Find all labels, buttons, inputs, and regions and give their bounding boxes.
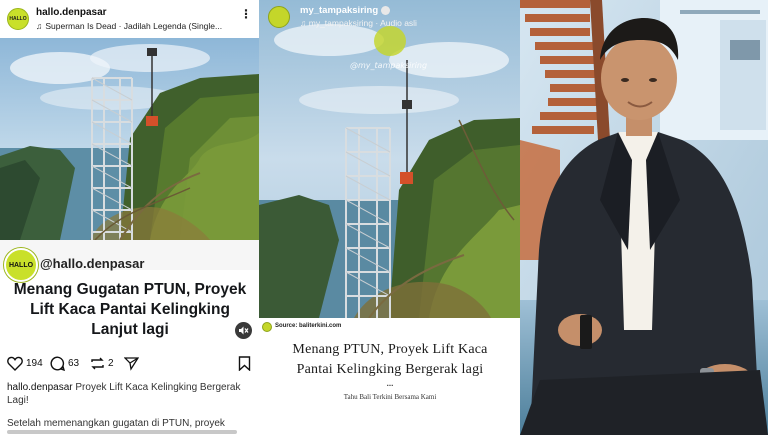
post-header: HALLO hallo.denpasar ♫ Superman Is Dead ·… bbox=[0, 0, 259, 38]
audio-track-2[interactable]: ♫ my_tampaksiring · Audio asli bbox=[300, 18, 417, 28]
comment-count: 63 bbox=[68, 357, 80, 369]
post-headline-2: Menang PTUN, Proyek Lift Kaca Pantai Kel… bbox=[292, 342, 488, 377]
profile-avatar-2[interactable] bbox=[268, 6, 290, 28]
like-count: 194 bbox=[26, 357, 43, 369]
repost-button[interactable]: 2 bbox=[90, 352, 114, 374]
caption-username[interactable]: hallo.denpasar bbox=[7, 382, 73, 393]
channel-logo-badge bbox=[374, 26, 406, 56]
repost-icon bbox=[91, 357, 104, 369]
source-label: Source: baliterkini.com bbox=[275, 323, 342, 329]
source-logo bbox=[262, 322, 272, 332]
post-body-cutoff bbox=[7, 430, 252, 435]
share-button[interactable] bbox=[124, 352, 139, 374]
post-username-2[interactable]: my_tampaksiring bbox=[300, 5, 391, 16]
tagline: Tahu Bali Terkini Bersama Kami bbox=[343, 393, 437, 401]
brand-logo: HALLO bbox=[4, 248, 38, 282]
username-label-2: my_tampaksiring bbox=[300, 5, 379, 16]
lift-tower-photo bbox=[0, 38, 259, 240]
audio-track[interactable]: ♫ Superman Is Dead · Jadilah Legenda (Sin… bbox=[36, 21, 226, 31]
overlay-handle: @hallo.denpasar bbox=[40, 256, 145, 271]
brand-logo-text: HALLO bbox=[8, 261, 34, 269]
save-button[interactable] bbox=[238, 352, 251, 374]
post-photo[interactable] bbox=[0, 38, 259, 240]
audio-track-label: Superman Is Dead · Jadilah Legenda (Sing… bbox=[45, 21, 223, 31]
instagram-post-my-tampaksiring: my_tampaksiring ♫ my_tampaksiring · Audi… bbox=[259, 0, 520, 435]
watermark: @my_tampaksiring bbox=[350, 61, 428, 70]
music-note-icon: ♫ bbox=[36, 21, 43, 31]
comment-button[interactable]: 63 bbox=[50, 352, 79, 374]
comment-icon bbox=[50, 355, 65, 371]
post-body-text: Setelah memenangkan gugatan di PTUN, pro… bbox=[7, 418, 225, 429]
post-caption: hallo.denpasar Proyek Lift Kaca Kelingki… bbox=[7, 381, 252, 407]
profile-avatar[interactable]: HALLO bbox=[7, 8, 29, 30]
music-note-icon-2: ♫ bbox=[300, 18, 307, 28]
send-icon bbox=[124, 356, 139, 371]
avatar-text: HALLO bbox=[9, 16, 27, 22]
post-actions: 194 63 2 bbox=[0, 352, 259, 374]
heart-icon bbox=[7, 356, 23, 371]
username-repeat-2: my_tampaksiring bbox=[308, 18, 373, 28]
bookmark-icon bbox=[238, 355, 251, 371]
post-username[interactable]: hallo.denpasar bbox=[36, 7, 107, 18]
repost-count: 2 bbox=[108, 357, 114, 369]
verified-badge-icon bbox=[381, 6, 391, 15]
portrait-photo[interactable] bbox=[520, 0, 768, 435]
more-vertical-icon[interactable]: ⋮ bbox=[240, 7, 252, 21]
speaker-muted-icon[interactable] bbox=[235, 322, 252, 339]
post-headline: Menang Gugatan PTUN, Proyek Lift Kaca Pa… bbox=[13, 281, 247, 338]
headline-dots: ... bbox=[386, 379, 394, 388]
man-in-suit-photo bbox=[520, 0, 768, 435]
like-button[interactable]: 194 bbox=[7, 352, 43, 374]
instagram-post-hallo-denpasar: HALLO hallo.denpasar ♫ Superman Is Dead ·… bbox=[0, 0, 259, 435]
